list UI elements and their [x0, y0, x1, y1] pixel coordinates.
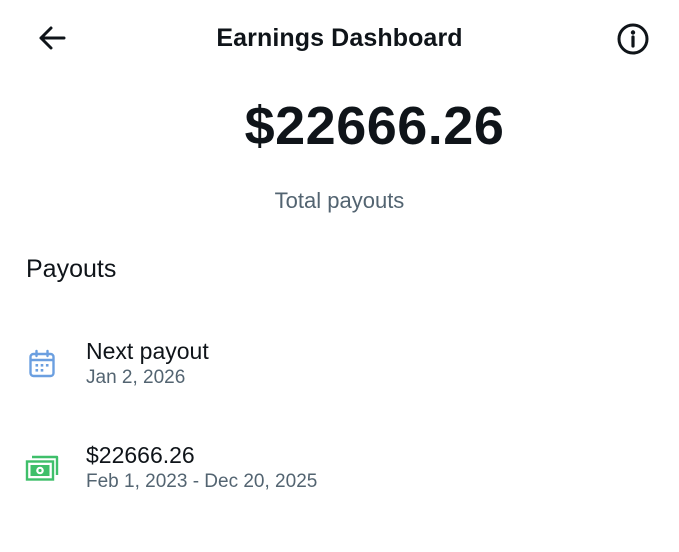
info-circle-icon: [616, 22, 650, 61]
payout-history-amount: $22666.26: [86, 442, 195, 468]
payouts-section-title: Payouts: [26, 255, 117, 283]
page-title: Earnings Dashboard: [216, 24, 463, 52]
calendar-icon: [24, 346, 60, 382]
next-payout-row: Next payout Jan 2, 2026: [0, 330, 679, 402]
next-payout-date: Jan 2, 2026: [86, 367, 186, 388]
cash-icon: [24, 450, 60, 486]
payout-history-range: Feb 1, 2023 - Dec 20, 2025: [86, 471, 318, 492]
info-button[interactable]: [612, 20, 654, 62]
next-payout-title: Next payout: [86, 338, 209, 364]
total-payout-label: Total payouts: [274, 188, 405, 213]
total-payout-amount: $22666.26: [244, 96, 505, 156]
payout-history-row: $22666.26 Feb 1, 2023 - Dec 20, 2025: [0, 434, 679, 506]
header-bar: Earnings Dashboard: [0, 0, 679, 80]
